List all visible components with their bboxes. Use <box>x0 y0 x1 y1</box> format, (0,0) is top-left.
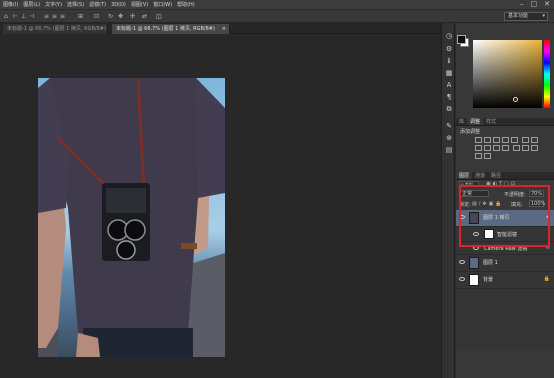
layer-row[interactable]: 图层 1 <box>456 255 554 272</box>
auto-align-icon[interactable]: ⊞ <box>78 13 83 20</box>
close-button[interactable]: ✕ <box>544 0 550 9</box>
3d-pan-icon[interactable]: ✣ <box>130 13 135 20</box>
posterize-icon[interactable] <box>521 145 529 151</box>
levels-icon[interactable] <box>484 137 491 143</box>
adjustments-tabs: 库 调整 样式 <box>456 118 554 126</box>
menu-window[interactable]: 窗口(W) <box>152 1 173 8</box>
hue-saturation-icon[interactable] <box>521 137 529 143</box>
workspace-select[interactable]: 基本功能 ▾ <box>504 12 548 21</box>
foreground-color-swatch[interactable] <box>457 35 466 44</box>
close-icon[interactable]: × <box>222 24 226 34</box>
highlight-annotation <box>459 185 550 247</box>
menu-bar: 图像(I) 图层(L) 文字(Y) 选择(S) 滤镜(T) 3D(D) 视图(V… <box>0 0 554 9</box>
eye-icon[interactable] <box>459 260 465 264</box>
menu-help[interactable]: 帮助(H) <box>176 1 196 8</box>
workspace-label: 基本功能 <box>508 13 529 19</box>
document-tab[interactable]: 未标题-1 @ 66.7% (图层 1 拷贝, RGB/8#) <box>3 24 108 34</box>
tool-presets-icon[interactable]: ▤ <box>445 146 453 154</box>
document-image[interactable] <box>38 78 225 357</box>
brush-icon[interactable]: ✎ <box>445 122 453 130</box>
options-bar: ⌂ ⊢ ⊥ ⊣ ≡ ≡ ≡ ⊞ ⊡ ↻ ✥ ✣ ⇄ ◫ 基本功能 ▾ <box>0 9 554 23</box>
hue-slider[interactable] <box>544 40 550 108</box>
3d-slide-icon[interactable]: ⇄ <box>142 13 147 20</box>
adjustments-panel: 库 调整 样式 添加调整 <box>456 118 554 172</box>
document-tab-bar: 未标题-1 @ 66.7% (图层 1 拷贝, RGB/8#) 未标题-1 @ … <box>0 23 441 34</box>
layer-thumbnail <box>469 257 479 269</box>
info-icon[interactable]: ℹ <box>445 57 453 65</box>
3d-rotate-icon[interactable]: ↻ <box>108 13 113 20</box>
layers-tabs: 图层 通道 路径 <box>456 172 554 180</box>
tool-preset-icon[interactable]: ⌂ <box>4 13 8 20</box>
menu-type[interactable]: 文字(Y) <box>44 1 63 8</box>
threshold-icon[interactable] <box>530 145 538 151</box>
color-balance-icon[interactable] <box>530 137 538 143</box>
tab-layers[interactable]: 图层 <box>456 172 473 179</box>
layer-row[interactable]: 背景 🔒 <box>456 272 554 289</box>
brightness-icon[interactable] <box>475 137 482 143</box>
color-panel <box>456 23 554 118</box>
properties-icon[interactable]: ⚙ <box>445 45 453 53</box>
menu-filter[interactable]: 滤镜(T) <box>88 1 107 8</box>
align-center-icon[interactable]: ⊥ <box>21 13 26 20</box>
distribute-top-icon[interactable]: ≡ <box>44 13 49 20</box>
menu-layer[interactable]: 图层(L) <box>22 1 41 8</box>
layer-comps-icon[interactable]: ⧉ <box>445 105 453 113</box>
photo-filter-icon[interactable] <box>484 145 491 151</box>
3d-scale-icon[interactable]: ◫ <box>156 13 162 20</box>
photo-illustration <box>38 78 225 357</box>
transform-icon[interactable]: ⊡ <box>94 13 99 20</box>
eye-icon[interactable] <box>459 277 465 281</box>
vibrance-icon[interactable] <box>511 137 518 143</box>
tab-channels[interactable]: 通道 <box>472 172 488 179</box>
lock-icon: 🔒 <box>543 276 550 282</box>
layer-name: 图层 1 <box>483 260 498 266</box>
exposure-icon[interactable] <box>502 137 509 143</box>
invert-icon[interactable] <box>512 145 520 151</box>
color-picker-cursor[interactable] <box>513 97 518 102</box>
swatches-icon[interactable]: ▦ <box>445 69 453 77</box>
black-white-icon[interactable] <box>475 145 482 151</box>
character-icon[interactable]: A <box>445 81 453 89</box>
document-tab-active[interactable]: 未标题-1 @ 66.7% (图层 1 拷贝, RGB/8#) × <box>112 24 230 34</box>
tab-label: 未标题-1 @ 66.7% (图层 1 拷贝, RGB/8#) <box>116 26 215 32</box>
menu-3d[interactable]: 3D(D) <box>110 2 127 8</box>
menu-view[interactable]: 视图(V) <box>130 1 149 8</box>
tab-adjustments[interactable]: 调整 <box>467 118 484 125</box>
color-lookup-icon[interactable] <box>502 145 509 151</box>
clone-source-icon[interactable]: ⊕ <box>445 134 453 142</box>
tab-label: 未标题-1 @ 66.7% (图层 1 拷贝, RGB/8#) <box>7 26 106 32</box>
distribute-bottom-icon[interactable]: ≡ <box>60 13 65 20</box>
paragraph-icon[interactable]: ¶ <box>445 93 453 101</box>
tab-libraries[interactable]: 库 <box>456 118 467 125</box>
curves-icon[interactable] <box>493 137 500 143</box>
chevron-down-icon: ▾ <box>542 13 545 19</box>
gradient-map-icon[interactable] <box>475 153 482 159</box>
layer-name: 背景 <box>483 277 494 283</box>
channel-mixer-icon[interactable] <box>493 145 500 151</box>
tab-paths[interactable]: 路径 <box>488 172 504 179</box>
adjustments-title: 添加调整 <box>460 129 481 135</box>
align-right-icon[interactable]: ⊣ <box>29 13 34 20</box>
adjustment-buttons <box>474 136 544 160</box>
menu-select[interactable]: 选择(S) <box>66 1 85 8</box>
maximize-button[interactable]: □ <box>531 0 538 9</box>
align-left-icon[interactable]: ⊢ <box>13 13 18 20</box>
history-icon[interactable]: ◷ <box>445 32 453 40</box>
selective-color-icon[interactable] <box>484 153 491 159</box>
panel-icon-strip: ◷ ⚙ ℹ ▦ A ¶ ⧉ ✎ ⊕ ▤ <box>441 23 455 378</box>
color-picker-field[interactable] <box>473 40 542 108</box>
tab-styles[interactable]: 样式 <box>483 118 499 125</box>
minimize-button[interactable]: – <box>520 0 524 9</box>
distribute-middle-icon[interactable]: ≡ <box>52 13 57 20</box>
layer-thumbnail <box>469 274 479 286</box>
menu-image[interactable]: 图像(I) <box>2 1 19 8</box>
3d-roll-icon[interactable]: ✥ <box>118 13 123 20</box>
